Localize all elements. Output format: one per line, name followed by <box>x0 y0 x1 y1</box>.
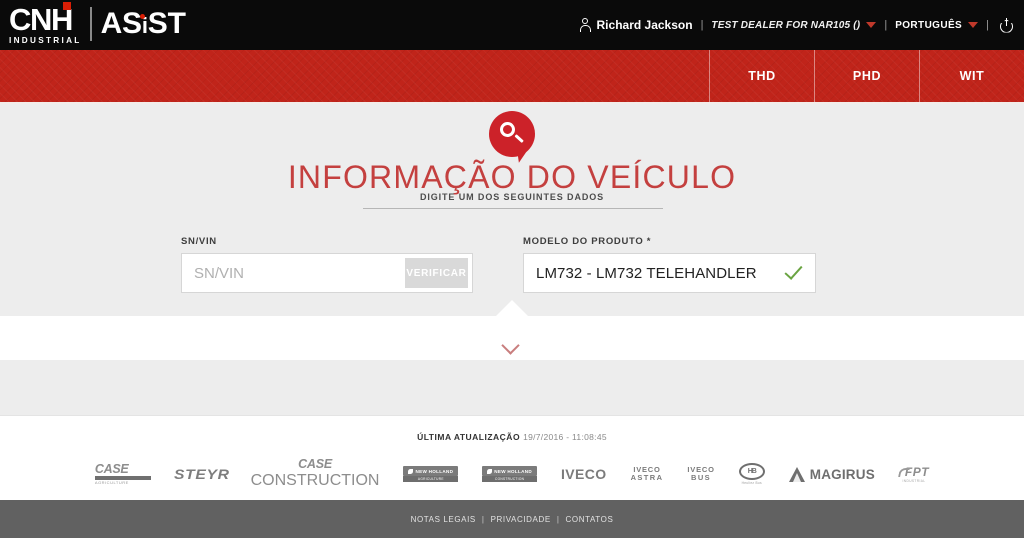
user-name-label[interactable]: Richard Jackson <box>597 18 693 32</box>
heuliez-emblem-icon: HB <box>738 463 765 480</box>
last-update-timestamp: 19/7/2016 - 11:08:45 <box>523 432 607 442</box>
brand-tagline: INDUSTRIAL <box>902 479 926 483</box>
brand-tagline: ASTRA <box>630 473 664 482</box>
brand-tagline: CONSTRUCTION <box>482 475 537 482</box>
brand-tagline: Heuliez Bus <box>741 481 762 485</box>
nav-tab-phd[interactable]: PHD <box>814 50 919 102</box>
footer-link-privacidade[interactable]: PRIVACIDADE <box>491 515 551 524</box>
cnh-industrial-subtext: INDUSTRIAL <box>9 35 82 45</box>
dealer-selector-label[interactable]: TEST DEALER FOR NAR105 () <box>711 20 860 31</box>
cnh-industrial-logo: CNH INDUSTRIAL <box>9 1 82 46</box>
page-footer: NOTAS LEGAIS | PRIVACIDADE | CONTATOS <box>0 500 1024 538</box>
asist-part-b: ST <box>147 7 186 40</box>
brand-tagline: CONSTRUCTION <box>250 471 380 489</box>
brand-logo-steyr: STEYR <box>173 461 230 487</box>
product-model-value: LM732 - LM732 TELEHANDLER <box>536 264 757 282</box>
footer-links: NOTAS LEGAIS | PRIVACIDADE | CONTATOS <box>411 515 614 524</box>
asist-red-dot-icon <box>139 14 145 19</box>
verify-button[interactable]: VERIFICAR <box>405 258 468 288</box>
panel-notch <box>495 300 529 317</box>
main-navigation-bar: THD PHD WIT <box>0 50 1024 102</box>
brand-logo-new-holland-construction: NEW HOLLAND CONSTRUCTION <box>482 461 537 487</box>
header-separator-1: | <box>700 19 704 31</box>
dealer-chevron-down-icon[interactable] <box>866 22 877 28</box>
brand-tagline: AGRICULTURE <box>403 475 459 482</box>
page-subtitle: DIGITE UM DOS SEGUINTES DADOS <box>419 192 605 202</box>
expander-band <box>0 300 1024 360</box>
snvin-label: SN/VIN <box>181 236 217 247</box>
brand-logo-new-holland-agriculture: NEW HOLLAND AGRICULTURE <box>403 461 459 487</box>
app-logo[interactable]: CNH INDUSTRIAL ASiST <box>9 1 186 46</box>
title-divider <box>363 208 663 209</box>
brand-wordmark: STEYR <box>173 465 230 482</box>
brand-wordmark: NEW HOLLAND <box>494 468 532 474</box>
footer-separator-2: | <box>556 514 560 524</box>
language-selector-label[interactable]: PORTUGUÊS <box>895 20 962 31</box>
product-model-select[interactable]: LM732 - LM732 TELEHANDLER <box>523 253 816 293</box>
magirus-mark-icon <box>788 466 805 482</box>
footer-link-contatos[interactable]: CONTATOS <box>566 515 614 524</box>
search-bubble-icon <box>489 111 535 163</box>
brand-logo-case-ih: CASE AGRICULTURE <box>94 461 153 487</box>
snvin-input-shell: VERIFICAR <box>181 253 473 293</box>
user-icon <box>579 17 592 33</box>
header-separator-3: | <box>986 19 989 31</box>
brand-logo-strip: CASE AGRICULTURE STEYR CASE CONSTRUCTION… <box>0 457 1024 489</box>
last-update-line: ÚLTIMA ATUALIZAÇÃO 19/7/2016 - 11:08:45 <box>0 432 1024 442</box>
product-model-field-group: MODELO DO PRODUTO * LM732 - LM732 TELEHA… <box>523 236 816 293</box>
asist-part-a: AS <box>100 7 142 40</box>
vehicle-information-panel: INFORMAÇÃO DO VEÍCULO DIGITE UM DOS SEGU… <box>0 104 1024 316</box>
check-icon <box>784 261 803 280</box>
brand-tagline: AGRICULTURE <box>94 480 129 486</box>
brand-strip-section: ÚLTIMA ATUALIZAÇÃO 19/7/2016 - 11:08:45 C… <box>0 415 1024 500</box>
brand-wordmark: HB <box>747 468 757 475</box>
header-right-controls: Richard Jackson | TEST DEALER FOR NAR105… <box>579 17 1014 33</box>
snvin-input[interactable] <box>182 254 405 292</box>
content-placeholder-band <box>0 360 1024 415</box>
brand-logo-heuliez-bus: HB Heuliez Bus <box>738 461 765 487</box>
cnh-wordmark-row: CNH <box>9 1 73 35</box>
brand-logo-case: CASE CONSTRUCTION <box>250 457 380 489</box>
snvin-field-group: SN/VIN VERIFICAR <box>181 236 473 293</box>
brand-wordmark-box: NEW HOLLAND <box>403 466 459 476</box>
brand-logo-fpt-industrial: FPT INDUSTRIAL <box>897 461 929 487</box>
asist-wordmark: ASiST <box>101 9 186 41</box>
brand-tagline: BUS <box>691 473 712 482</box>
top-header-bar: CNH INDUSTRIAL ASiST Richard Jackson | T… <box>0 0 1024 50</box>
brand-wordmark: CASE <box>94 461 129 476</box>
product-model-label: MODELO DO PRODUTO * <box>523 236 652 247</box>
fpt-swoosh-icon <box>897 467 910 477</box>
brand-wordmark-row: FPT <box>897 465 929 479</box>
footer-separator-1: | <box>481 514 485 524</box>
cnh-red-square-icon <box>62 1 71 10</box>
brand-logo-iveco-bus: IVECO BUS <box>687 461 714 487</box>
vehicle-lookup-form: SN/VIN VERIFICAR MODELO DO PRODUTO * LM7… <box>0 236 1024 306</box>
header-separator-2: | <box>884 19 888 31</box>
brand-logo-iveco: IVECO <box>561 461 607 487</box>
leaf-icon <box>408 468 414 474</box>
language-chevron-down-icon[interactable] <box>968 22 979 28</box>
brand-logo-iveco-astra: IVECO ASTRA <box>631 461 664 487</box>
page-title: INFORMAÇÃO DO VEÍCULO <box>287 159 737 195</box>
chevron-down-icon[interactable] <box>501 336 520 355</box>
leaf-icon <box>487 468 493 474</box>
brand-logo-magirus: MAGIRUS <box>788 461 875 487</box>
brand-wordmark-box: NEW HOLLAND <box>482 466 537 476</box>
power-icon[interactable] <box>999 17 1014 33</box>
footer-link-notas-legais[interactable]: NOTAS LEGAIS <box>411 515 476 524</box>
brand-wordmark: IVECO <box>560 466 607 482</box>
nav-tab-thd[interactable]: THD <box>709 50 814 102</box>
brand-wordmark: CASE <box>298 457 332 472</box>
last-update-label: ÚLTIMA ATUALIZAÇÃO <box>417 432 521 442</box>
brand-wordmark: MAGIRUS <box>809 466 875 482</box>
brand-wordmark: NEW HOLLAND <box>415 468 454 474</box>
logo-divider <box>89 7 92 41</box>
nav-tab-wit[interactable]: WIT <box>919 50 1024 102</box>
